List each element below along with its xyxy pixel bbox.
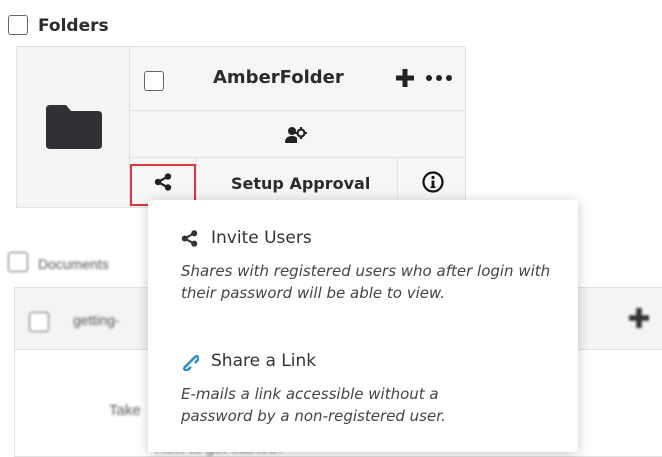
share-link-title: Share a Link [211, 351, 317, 371]
documents-section-label: Documents [38, 256, 109, 272]
folder-name[interactable]: AmberFolder [213, 67, 344, 88]
add-icon[interactable] [396, 69, 414, 87]
invite-users-title: Invite Users [211, 228, 312, 248]
document-thumb-text: Take [109, 402, 141, 419]
folder-icon [46, 105, 102, 149]
setup-approval-button[interactable]: Setup Approval [231, 174, 370, 193]
info-icon[interactable] [422, 171, 444, 193]
folder-permissions-row [130, 111, 465, 158]
document-checkbox[interactable] [29, 312, 49, 332]
documents-select-all-checkbox[interactable] [8, 252, 28, 272]
share-dropdown-menu: Invite Users Shares with registered user… [148, 200, 578, 452]
share-link-description: E-mails a link accessible without a pass… [181, 385, 446, 425]
invite-users-option[interactable]: Invite Users Shares with registered user… [148, 218, 578, 318]
document-name[interactable]: getting- [73, 312, 120, 328]
invite-users-description: Shares with registered users who after l… [181, 262, 551, 302]
folder-checkbox[interactable] [144, 71, 164, 91]
folders-section-label: Folders [38, 16, 109, 36]
share-link-option[interactable]: Share a Link E-mails a link accessible w… [148, 341, 578, 441]
folder-thumbnail[interactable] [17, 47, 130, 207]
user-settings-icon[interactable] [285, 125, 307, 145]
more-options-icon[interactable] [425, 74, 453, 82]
folder-title-row: AmberFolder [130, 47, 465, 111]
folder-card: AmberFolder Setup Approval [16, 46, 466, 208]
share-icon [181, 230, 198, 247]
folders-select-all-checkbox[interactable] [8, 15, 28, 35]
link-icon [182, 354, 199, 371]
document-add-icon[interactable] [629, 308, 649, 328]
